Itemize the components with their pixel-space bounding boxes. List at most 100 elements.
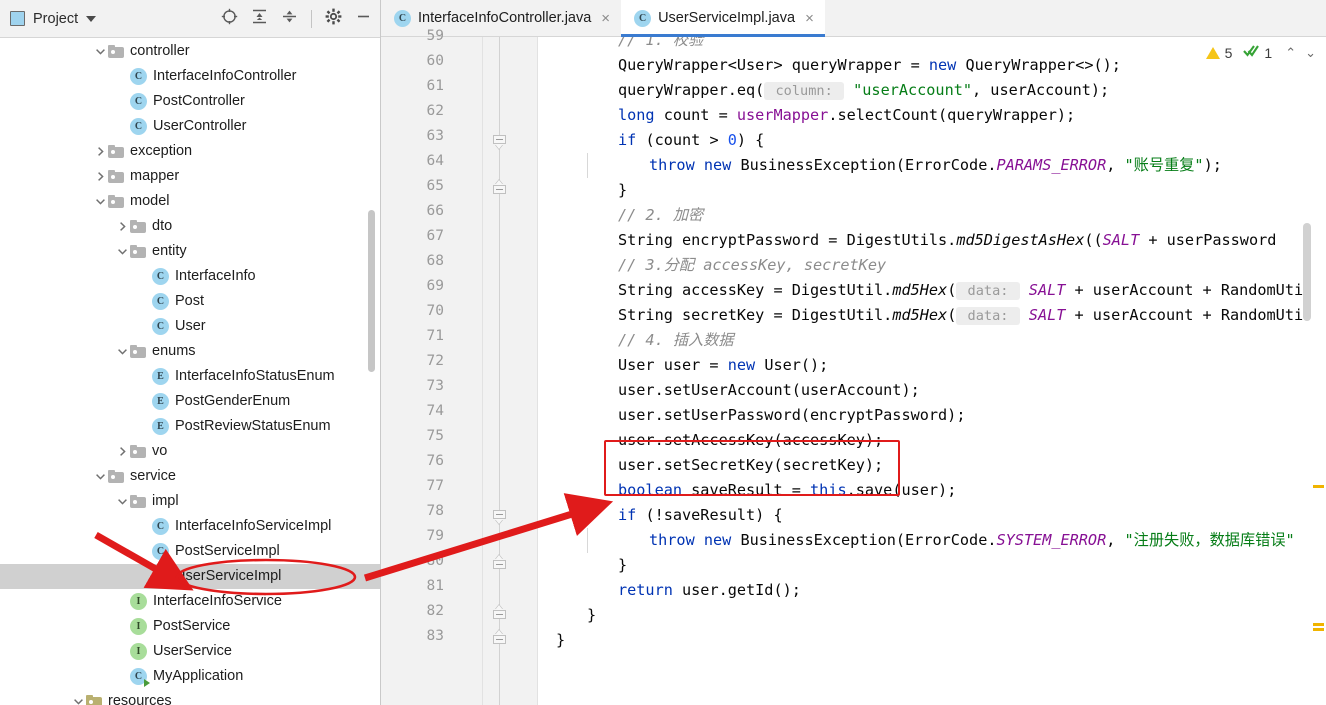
code-line-60[interactable]: QueryWrapper<User> queryWrapper = new Qu…: [538, 53, 1121, 78]
tree-item-interfaceinfostatusenum[interactable]: E InterfaceInfoStatusEnum: [0, 364, 380, 389]
code-line-71[interactable]: // 4. 插入数据: [538, 328, 734, 353]
tree-twisty-down[interactable]: [92, 464, 108, 489]
prev-problem-icon[interactable]: ⌃: [1283, 45, 1298, 61]
tree-item-service[interactable]: service: [0, 464, 380, 489]
tree-item-model[interactable]: model: [0, 189, 380, 214]
tree-twisty-down[interactable]: [114, 239, 130, 264]
code-token: saveResult =: [682, 481, 811, 499]
tree-twisty-down[interactable]: [92, 39, 108, 64]
code-line-79[interactable]: throw new BusinessException(ErrorCode.SY…: [538, 528, 1295, 553]
tree-twisty-down[interactable]: [114, 489, 130, 514]
tree-item-resources[interactable]: resources: [0, 689, 380, 705]
code-line-66[interactable]: // 2. 加密: [538, 203, 703, 228]
tree-item-post[interactable]: C Post: [0, 289, 380, 314]
code-line-64[interactable]: throw new BusinessException(ErrorCode.PA…: [538, 153, 1222, 178]
marker-warning[interactable]: [1313, 628, 1324, 631]
next-problem-icon[interactable]: ⌄: [1303, 45, 1318, 61]
tree-item-controller[interactable]: controller: [0, 39, 380, 64]
editor-marker-strip[interactable]: [1312, 37, 1326, 705]
code-line-78[interactable]: if (!saveResult) {: [538, 503, 783, 528]
code-line-76[interactable]: user.setSecretKey(secretKey);: [538, 453, 883, 478]
code-line-74[interactable]: user.setUserPassword(encryptPassword);: [538, 403, 965, 428]
close-icon[interactable]: ×: [805, 10, 814, 27]
tree-item-postserviceimpl[interactable]: C PostServiceImpl: [0, 539, 380, 564]
tree-item-label: UserController: [153, 118, 247, 135]
close-icon[interactable]: ×: [601, 10, 610, 27]
tree-item-dto[interactable]: dto: [0, 214, 380, 239]
code-line-72[interactable]: User user = new User();: [538, 353, 828, 378]
project-tree[interactable]: controller C InterfaceInfoController C PostC…: [0, 38, 380, 705]
project-panel-title-group[interactable]: Project: [10, 11, 97, 27]
code-line-69[interactable]: String accessKey = DigestUtil.md5Hex( da…: [538, 278, 1303, 303]
tree-item-postcontroller[interactable]: C PostController: [0, 89, 380, 114]
settings-gear-icon[interactable]: [325, 8, 342, 30]
line-number: 71: [426, 328, 444, 344]
tree-item-interfaceinfoservice[interactable]: I InterfaceInfoService: [0, 589, 380, 614]
tree-item-postreviewstatusenum[interactable]: E PostReviewStatusEnum: [0, 414, 380, 439]
tree-item-usercontroller[interactable]: C UserController: [0, 114, 380, 139]
code-line-62[interactable]: long count = userMapper.selectCount(quer…: [538, 103, 1075, 128]
collapse-all-icon[interactable]: [281, 8, 298, 30]
code-line-68[interactable]: // 3.分配 accessKey, secretKey: [538, 253, 886, 278]
code-line-63[interactable]: if (count > 0) {: [538, 128, 764, 153]
tree-item-enums[interactable]: enums: [0, 339, 380, 364]
expand-all-icon[interactable]: [251, 8, 268, 30]
tree-twisty-right[interactable]: [114, 214, 130, 239]
chevron-down-icon[interactable]: [86, 15, 97, 22]
code-content[interactable]: // 1. 校验 QueryWrapper<User> queryWrapper …: [538, 37, 1326, 705]
editor-gutter[interactable]: 59 60 61 62 63 64 65 66 67 68 69 70 71 72 73 74 75 76 77 78…: [381, 28, 538, 705]
code-line-67[interactable]: String encryptPassword = DigestUtils.md5…: [538, 228, 1276, 253]
code-line-59[interactable]: // 1. 校验: [538, 37, 703, 53]
tree-item-interfaceinfocontroller[interactable]: C InterfaceInfoController: [0, 64, 380, 89]
tree-item-userservice[interactable]: I UserService: [0, 639, 380, 664]
code-fold-end-icon[interactable]: [493, 180, 506, 198]
code-line-75[interactable]: user.setAccessKey(accessKey);: [538, 428, 883, 453]
code-token: SALT: [1028, 306, 1066, 324]
inspections-widget[interactable]: 5 1 ⌃ ⌄: [1205, 44, 1318, 61]
tree-item-impl[interactable]: impl: [0, 489, 380, 514]
tree-twisty-down[interactable]: [114, 339, 130, 364]
tree-item-myapplication[interactable]: C MyApplication: [0, 664, 380, 689]
code-line-70[interactable]: String secretKey = DigestUtil.md5Hex( da…: [538, 303, 1303, 328]
code-fold-end-icon[interactable]: [493, 630, 506, 648]
tree-item-exception[interactable]: exception: [0, 139, 380, 164]
tree-item-mapper[interactable]: mapper: [0, 164, 380, 189]
tree-item-interfaceinfoserviceimpl[interactable]: C InterfaceInfoServiceImpl: [0, 514, 380, 539]
code-token: // 4. 插入数据: [618, 331, 734, 349]
code-token: user.getId();: [672, 581, 801, 599]
tree-twisty-right[interactable]: [92, 164, 108, 189]
tree-item-user[interactable]: C User: [0, 314, 380, 339]
tree-item-vo[interactable]: vo: [0, 439, 380, 464]
marker-warning[interactable]: [1313, 485, 1324, 488]
tree-twisty-down[interactable]: [70, 689, 86, 705]
tree-item-interfaceinfo[interactable]: C InterfaceInfo: [0, 264, 380, 289]
code-token: // 1. 校验: [618, 37, 704, 49]
tree-twisty-down[interactable]: [92, 189, 108, 214]
code-line-77[interactable]: boolean saveResult = this.save(user);: [538, 478, 956, 503]
code-line-61[interactable]: queryWrapper.eq( column: "userAccount", …: [538, 78, 1109, 103]
locate-icon[interactable]: [221, 8, 238, 30]
code-line-81[interactable]: return user.getId();: [538, 578, 801, 603]
tree-item-entity[interactable]: entity: [0, 239, 380, 264]
code-fold-start-icon[interactable]: [493, 135, 506, 149]
code-line-80[interactable]: }: [538, 553, 627, 578]
tree-twisty-right[interactable]: [92, 139, 108, 164]
code-fold-end-icon[interactable]: [493, 605, 506, 623]
code-line-65[interactable]: }: [538, 178, 627, 203]
code-token: SALT: [1102, 231, 1140, 249]
code-line-73[interactable]: user.setUserAccount(userAccount);: [538, 378, 920, 403]
tree-item-postservice[interactable]: I PostService: [0, 614, 380, 639]
code-token: BusinessException(ErrorCode.: [731, 156, 997, 174]
tree-twisty-right[interactable]: [114, 439, 130, 464]
hide-panel-icon[interactable]: [355, 8, 372, 30]
code-fold-end-icon[interactable]: [493, 555, 506, 573]
editor-scrollbar[interactable]: [1303, 223, 1311, 321]
marker-warning[interactable]: [1313, 623, 1324, 626]
tree-item-userserviceimpl[interactable]: C UserServiceImpl: [0, 564, 380, 589]
editor-tab-2[interactable]: C UserServiceImpl.java ×: [621, 0, 825, 37]
code-line-83[interactable]: }: [538, 628, 565, 653]
project-panel-scrollbar[interactable]: [368, 210, 375, 372]
code-line-82[interactable]: }: [538, 603, 596, 628]
tree-item-postgenderenum[interactable]: E PostGenderEnum: [0, 389, 380, 414]
code-fold-start-icon[interactable]: [493, 510, 506, 524]
